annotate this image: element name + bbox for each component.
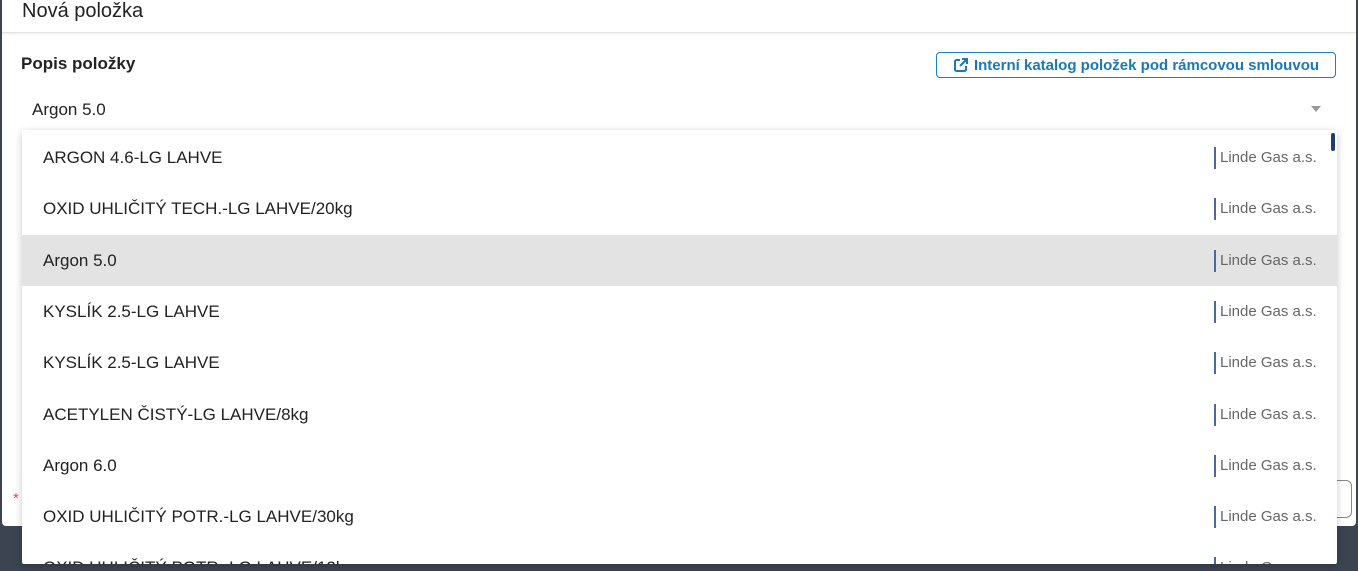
item-description-label: Popis položky [21,54,136,73]
option-supplier: Linde Gas a.s. [1214,506,1317,529]
required-marker: * [13,490,19,507]
dropdown-option[interactable]: Argon 6.0 Linde Gas a.s. [22,440,1337,491]
external-link-icon [953,58,968,72]
dropdown-option[interactable]: KYSLÍK 2.5-LG LAHVE Linde Gas a.s. [22,337,1337,388]
modal-title: Nová položka [22,0,144,22]
option-supplier: Linde Gas a.s. [1214,198,1317,221]
option-label: OXID UHLIČITÝ POTR.-LG LAHVE/12l [43,542,340,564]
dropdown-option[interactable]: OXID UHLIČITÝ TECH.-LG LAHVE/20kg Linde G… [22,183,1337,234]
dropdown-option[interactable]: Argon 5.0 Linde Gas a.s. [22,234,1337,286]
dropdown-option[interactable]: OXID UHLIČITÝ POTR.-LG LAHVE/30kg Linde G… [22,491,1337,542]
option-label: Argon 5.0 [43,250,117,270]
option-supplier: Linde Gas a.s. [1214,147,1317,169]
dropdown-option[interactable]: ACETYLEN ČISTÝ-LG LAHVE/8kg Linde Gas a.s… [22,389,1337,440]
internal-catalog-button[interactable]: Interní katalog položek pod rámcovou sml… [936,52,1336,78]
option-label: Argon 6.0 [43,455,117,475]
option-label: OXID UHLIČITÝ TECH.-LG LAHVE/20kg [43,199,353,219]
option-supplier: Linde Gas a.s. [1214,249,1317,272]
dropdown-option[interactable]: ARGON 4.6-LG LAHVE Linde Gas a.s. [22,132,1337,183]
option-label: KYSLÍK 2.5-LG LAHVE [43,353,220,373]
internal-catalog-button-label: Interní katalog položek pod rámcovou sml… [973,56,1320,74]
item-description-select[interactable]: Argon 5.0 [32,100,106,120]
dropdown-scrollbar[interactable] [1331,133,1335,151]
option-supplier: Linde Gas a.s. [1214,403,1317,426]
option-label: OXID UHLIČITÝ POTR.-LG LAHVE/30kg [43,507,354,527]
option-supplier: Linde Gas a.s. [1214,557,1317,564]
option-label: ARGON 4.6-LG LAHVE [43,148,223,167]
dropdown-option[interactable]: KYSLÍK 2.5-LG LAHVE Linde Gas a.s. [22,286,1337,337]
option-label: KYSLÍK 2.5-LG LAHVE [43,301,220,321]
option-supplier: Linde Gas a.s. [1214,300,1317,323]
option-label: ACETYLEN ČISTÝ-LG LAHVE/8kg [43,404,309,424]
modal-header: Nová položka [2,0,1356,33]
item-dropdown-list[interactable]: OXID UHLIČITÝ POTR.-LG LAHVE/12l Linde Ga… [22,130,1337,564]
option-supplier: Linde Gas a.s. [1214,352,1317,375]
option-supplier: Linde Gas a.s. [1214,454,1317,477]
dropdown-option[interactable]: OXID UHLIČITÝ POTR.-LG LAHVE/12l Linde Ga… [22,542,1337,564]
caret-down-icon[interactable] [1311,106,1321,112]
